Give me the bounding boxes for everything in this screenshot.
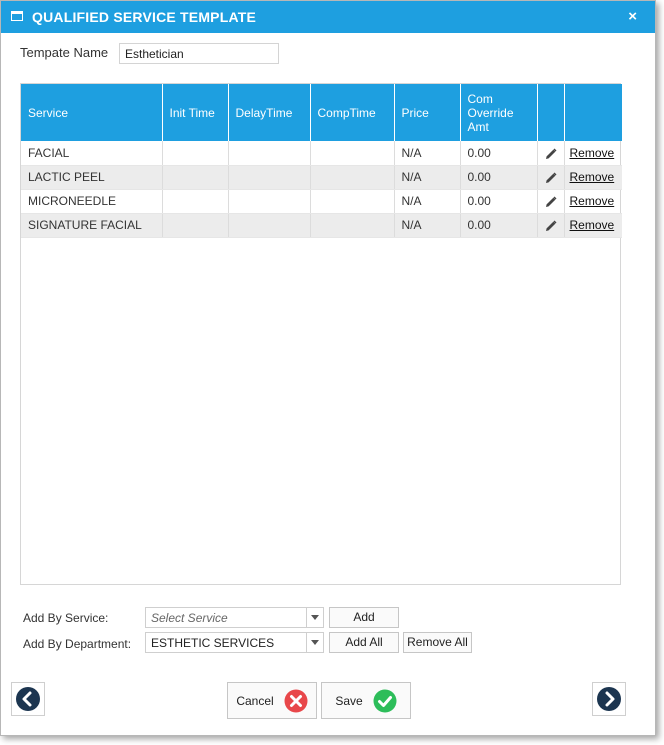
column-header-comp-time[interactable]: CompTime (310, 84, 395, 141)
cell-edit (537, 165, 565, 190)
cell-price: N/A (394, 189, 461, 214)
add-all-button[interactable]: Add All (329, 632, 399, 653)
cell-init-time (162, 189, 229, 214)
column-header-com-override-amt[interactable]: Com Override Amt (460, 84, 538, 141)
chevron-down-icon[interactable] (306, 608, 323, 627)
cell-price: N/A (394, 165, 461, 190)
table-row[interactable]: LACTIC PEEL N/A 0.00 Remove (21, 165, 622, 190)
remove-link[interactable]: Remove (570, 146, 615, 160)
pencil-icon[interactable] (545, 148, 557, 160)
cell-override: 0.00 (460, 213, 538, 238)
cell-comp-time (310, 213, 395, 238)
cancel-button[interactable]: Cancel (227, 682, 317, 719)
services-grid: Service Init Time DelayTime CompTime Pri… (20, 83, 622, 585)
cell-delay-time (228, 165, 311, 190)
remove-link[interactable]: Remove (570, 194, 615, 208)
add-by-service-label: Add By Service: (23, 611, 109, 625)
save-check-circle-icon (373, 689, 397, 712)
cell-init-time (162, 165, 229, 190)
pencil-icon[interactable] (545, 196, 557, 208)
title-bar: QUALIFIED SERVICE TEMPLATE × (1, 1, 655, 33)
service-select-placeholder: Select Service (151, 611, 228, 625)
cell-comp-time (310, 165, 395, 190)
cell-init-time (162, 141, 229, 166)
remove-link[interactable]: Remove (570, 218, 615, 232)
chevron-left-circle-icon (16, 687, 40, 711)
column-header-delay-time[interactable]: DelayTime (228, 84, 311, 141)
qualified-service-dialog: QUALIFIED SERVICE TEMPLATE × Tempate Nam… (0, 0, 656, 736)
chevron-down-icon[interactable] (306, 633, 323, 652)
cell-remove: Remove (564, 141, 622, 166)
add-by-department-label: Add By Department: (23, 637, 132, 651)
cell-price: N/A (394, 141, 461, 166)
cell-override: 0.00 (460, 189, 538, 214)
cell-delay-time (228, 189, 311, 214)
remove-all-button[interactable]: Remove All (403, 632, 472, 653)
cell-price: N/A (394, 213, 461, 238)
cell-comp-time (310, 141, 395, 166)
add-button[interactable]: Add (329, 607, 399, 628)
cell-remove: Remove (564, 213, 622, 238)
cell-delay-time (228, 141, 311, 166)
cell-edit (537, 213, 565, 238)
department-select[interactable]: ESTHETIC SERVICES (145, 632, 324, 653)
dialog-title: QUALIFIED SERVICE TEMPLATE (32, 9, 257, 25)
cell-delay-time (228, 213, 311, 238)
save-button-label: Save (335, 693, 363, 708)
table-row[interactable]: MICRONEEDLE N/A 0.00 Remove (21, 189, 622, 214)
cell-remove: Remove (564, 165, 622, 190)
column-header-remove (564, 84, 622, 141)
table-row[interactable]: FACIAL N/A 0.00 Remove (21, 141, 622, 166)
cell-service: SIGNATURE FACIAL (21, 213, 163, 238)
chevron-right-circle-icon (597, 687, 621, 711)
next-button[interactable] (592, 682, 626, 716)
column-header-service[interactable]: Service (21, 84, 163, 141)
cell-remove: Remove (564, 189, 622, 214)
table-row[interactable]: SIGNATURE FACIAL N/A 0.00 Remove (21, 213, 622, 238)
department-select-value: ESTHETIC SERVICES (151, 636, 275, 650)
cell-comp-time (310, 189, 395, 214)
service-select[interactable]: Select Service (145, 607, 324, 628)
pencil-icon[interactable] (545, 172, 557, 184)
column-header-edit (537, 84, 565, 141)
cell-edit (537, 141, 565, 166)
cell-service: FACIAL (21, 141, 163, 166)
pencil-icon[interactable] (545, 220, 557, 232)
close-icon[interactable]: × (628, 8, 637, 25)
template-name-label: Tempate Name (20, 45, 109, 60)
cell-service: MICRONEEDLE (21, 189, 163, 214)
cell-service: LACTIC PEEL (21, 165, 163, 190)
cell-edit (537, 189, 565, 214)
column-header-price[interactable]: Price (394, 84, 461, 141)
cell-override: 0.00 (460, 165, 538, 190)
remove-link[interactable]: Remove (570, 170, 615, 184)
previous-button[interactable] (11, 682, 45, 716)
cell-override: 0.00 (460, 141, 538, 166)
save-button[interactable]: Save (321, 682, 411, 719)
cancel-button-label: Cancel (236, 693, 274, 708)
cancel-x-circle-icon (284, 689, 308, 712)
grid-header-row: Service Init Time DelayTime CompTime Pri… (21, 84, 622, 141)
template-name-input[interactable] (119, 43, 279, 64)
window-icon (11, 11, 23, 21)
column-header-init-time[interactable]: Init Time (162, 84, 229, 141)
cell-init-time (162, 213, 229, 238)
